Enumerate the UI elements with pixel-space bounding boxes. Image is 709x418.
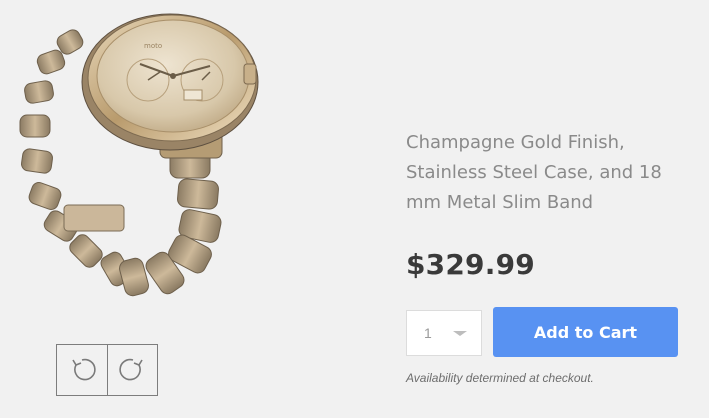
rotate-left-button[interactable] bbox=[57, 345, 107, 395]
rotate-controls bbox=[56, 344, 158, 396]
chevron-down-icon bbox=[453, 331, 467, 336]
rotate-right-button[interactable] bbox=[107, 345, 157, 395]
quantity-select[interactable]: 1 bbox=[406, 310, 482, 356]
availability-note: Availability determined at checkout. bbox=[406, 371, 594, 385]
product-price: $329.99 bbox=[406, 248, 535, 281]
add-to-cart-button[interactable]: Add to Cart bbox=[493, 307, 678, 357]
product-image: moto bbox=[0, 0, 300, 300]
rotate-counterclockwise-icon bbox=[72, 358, 96, 381]
rotate-clockwise-icon bbox=[118, 358, 143, 381]
smartwatch-image: moto bbox=[19, 13, 259, 297]
quantity-value: 1 bbox=[424, 325, 432, 341]
watch-brand-text: moto bbox=[144, 42, 162, 50]
product-title: Champagne Gold Finish, Stainless Steel C… bbox=[406, 132, 662, 213]
